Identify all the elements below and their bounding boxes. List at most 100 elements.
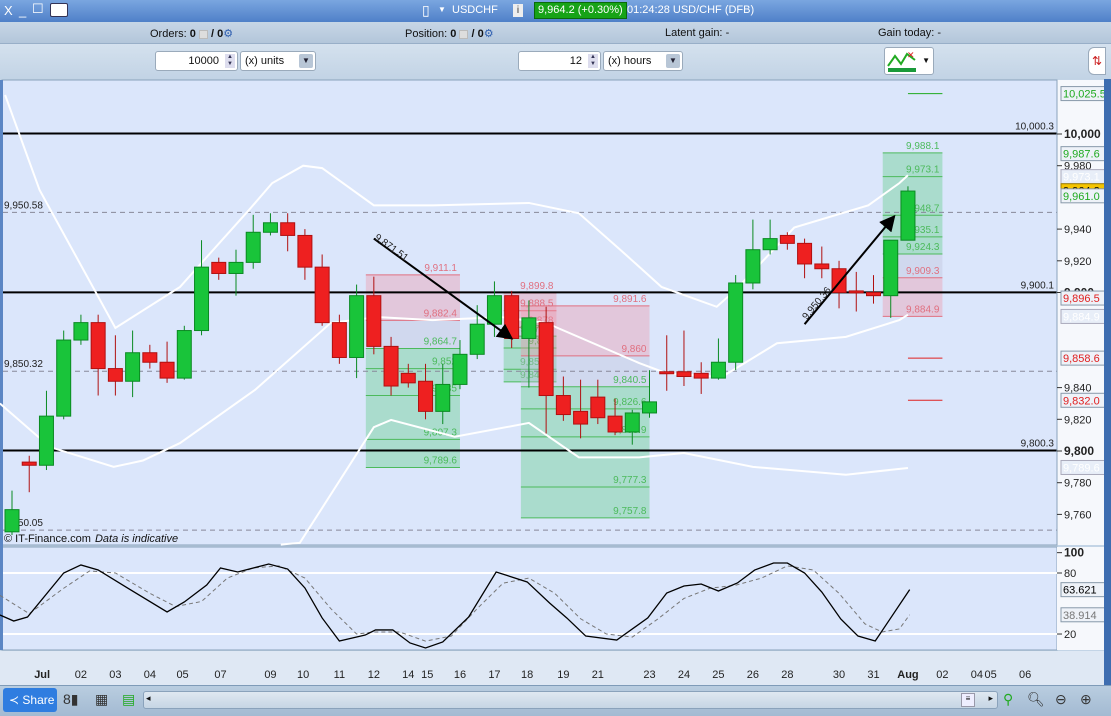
close-position-icon[interactable]	[459, 29, 469, 39]
scroll-left-button[interactable]: ◂	[146, 693, 151, 704]
period-stepper[interactable]: ▲ ▼	[588, 54, 598, 68]
indicators-icon[interactable]: ▤	[122, 691, 135, 708]
orders-status: Orders: 0 / 0⚙	[150, 27, 233, 40]
close-button[interactable]: X	[4, 3, 13, 18]
info-icon[interactable]: i	[513, 4, 523, 17]
candle-body	[125, 352, 141, 382]
period-unit-select[interactable]: (x) hours ▼	[603, 51, 683, 71]
date-label: 02	[936, 669, 948, 681]
date-label: 28	[781, 669, 793, 681]
bottom-toolbar: ≺ Share 8▮ ▦ ▤ ◂ ≡ ▸ ⚲ 🔍︎ ⊖ ⊕	[0, 685, 1111, 716]
date-label: 10	[297, 669, 309, 681]
date-label: 14	[402, 669, 414, 681]
zoom-out-icon[interactable]: ⊖	[1055, 691, 1067, 708]
zone-level-label: 9,988.1	[906, 141, 940, 152]
horizontal-line-label: 9,900.1	[1021, 280, 1055, 291]
oscillator-tick-label: 80	[1064, 568, 1076, 580]
quantity-stepper[interactable]: ▲ ▼	[225, 54, 235, 68]
chart-type-button[interactable]: ✕ ▼	[884, 47, 934, 75]
quantity-value: 10000	[188, 55, 219, 67]
candle-body	[710, 361, 726, 379]
date-label: 04	[144, 669, 156, 681]
price-tick-label: 9,780	[1064, 478, 1092, 490]
candle-body	[194, 266, 210, 332]
minimize-button[interactable]: _	[19, 3, 26, 18]
vertical-scrollbar[interactable]	[1104, 79, 1111, 685]
gear-icon[interactable]: ⚙	[484, 28, 494, 40]
maximize-button[interactable]: ☐	[32, 1, 44, 17]
date-label: 11	[334, 669, 345, 681]
candle-body	[107, 368, 123, 382]
quantity-unit-select[interactable]: (x) units ▼	[240, 51, 316, 71]
candle-body	[228, 261, 244, 274]
date-label: 25	[712, 669, 724, 681]
quantity-input[interactable]: 10000 ▲ ▼	[155, 51, 238, 71]
oscillator-value-label: 63.621	[1063, 585, 1097, 597]
chevron-down-icon[interactable]: ▼	[666, 54, 680, 68]
candle-body	[297, 234, 313, 268]
zoom-fit-icon[interactable]: 🔍︎	[1027, 691, 1045, 708]
candle-body	[538, 322, 554, 397]
oscillator-tick-label: 20	[1064, 629, 1076, 641]
date-label: 17	[488, 669, 500, 681]
candle-body	[176, 330, 192, 379]
price-tag-label: 10,025.5	[1063, 89, 1106, 101]
candle-body	[521, 317, 537, 339]
price-tag-label: 9,987.6	[1063, 149, 1100, 161]
candle-body	[814, 263, 830, 270]
orders-total: / 0	[211, 28, 224, 40]
candle-body	[779, 234, 795, 244]
title-bar: X _ ☐ ▯ ▼ USDCHF i 9,964.2 (+0.30%) 01:2…	[0, 0, 1111, 22]
order-toolbar: 10000 ▲ ▼ (x) units ▼ 12 ▲ ▼ (x) hours ▼ ✕ ▼ ⇅	[0, 44, 1111, 79]
period-unit-value: (x) hours	[608, 55, 652, 67]
indicator-chart-icon: ✕	[887, 50, 916, 72]
crosshair-icon[interactable]: ⚲	[1003, 691, 1013, 708]
date-label: Jul	[34, 669, 50, 681]
horizontal-scrollbar[interactable]: ◂ ≡ ▸	[143, 691, 998, 709]
candle-body	[762, 238, 778, 251]
chevron-down-icon[interactable]: ▼	[922, 56, 930, 65]
candle-body	[262, 222, 278, 233]
chart-panel[interactable]: 9,911.19,882.49,864.79,8529,8359,807.39,…	[0, 79, 1111, 685]
cancel-orders-icon[interactable]	[198, 29, 208, 39]
keyboard-icon[interactable]	[50, 3, 68, 17]
candle-body	[642, 401, 658, 414]
watermark-note: Data is indicative	[95, 533, 178, 545]
period-value: 12	[569, 55, 582, 67]
horizontal-line-label: 10,000.3	[1015, 122, 1054, 133]
candle-body	[4, 509, 20, 533]
period-input[interactable]: 12 ▲ ▼	[518, 51, 601, 71]
trade-arrows-button[interactable]: ⇅	[1088, 47, 1106, 75]
gear-icon[interactable]: ⚙	[223, 28, 233, 40]
zone-level-label: 9,882.4	[424, 308, 458, 319]
candle-body	[349, 295, 365, 358]
zoom-in-icon[interactable]: ⊕	[1080, 691, 1092, 708]
date-label: 21	[592, 669, 604, 681]
chevron-down-icon[interactable]: ▼	[299, 54, 313, 68]
chevron-down-icon[interactable]: ▼	[438, 5, 446, 14]
price-tick-label: 9,820	[1064, 414, 1092, 426]
scroll-right-button[interactable]: ▸	[988, 693, 993, 704]
watermark-brand: © IT-Finance.com	[4, 533, 91, 545]
price-tick-label: 9,940	[1064, 224, 1092, 236]
position-status: Position: 0 / 0⚙	[405, 27, 494, 40]
share-button[interactable]: ≺ Share	[3, 688, 57, 712]
zone-level-label: 9,911.1	[424, 263, 457, 274]
date-label: 12	[368, 669, 380, 681]
chart-style-icon[interactable]: 8▮	[63, 691, 79, 708]
candle-body	[469, 323, 485, 355]
date-label: 15	[421, 669, 433, 681]
scroll-thumb[interactable]: ≡	[961, 693, 975, 707]
price-chart[interactable]: 9,911.19,882.49,864.79,8529,8359,807.39,…	[0, 79, 1111, 685]
candlestick-icon[interactable]: ▯	[422, 2, 430, 19]
gain-today-label: Gain today:	[878, 27, 935, 39]
candle-body	[676, 371, 692, 378]
date-label: 26	[747, 669, 759, 681]
candle-body	[590, 396, 606, 419]
compare-icon[interactable]: ▦	[95, 691, 108, 708]
zone-level-label: 9,864.7	[424, 336, 458, 347]
candle-body	[73, 322, 89, 341]
candle-body	[573, 410, 589, 425]
symbol-name[interactable]: USDCHF	[452, 4, 498, 16]
candle-body	[366, 295, 382, 347]
